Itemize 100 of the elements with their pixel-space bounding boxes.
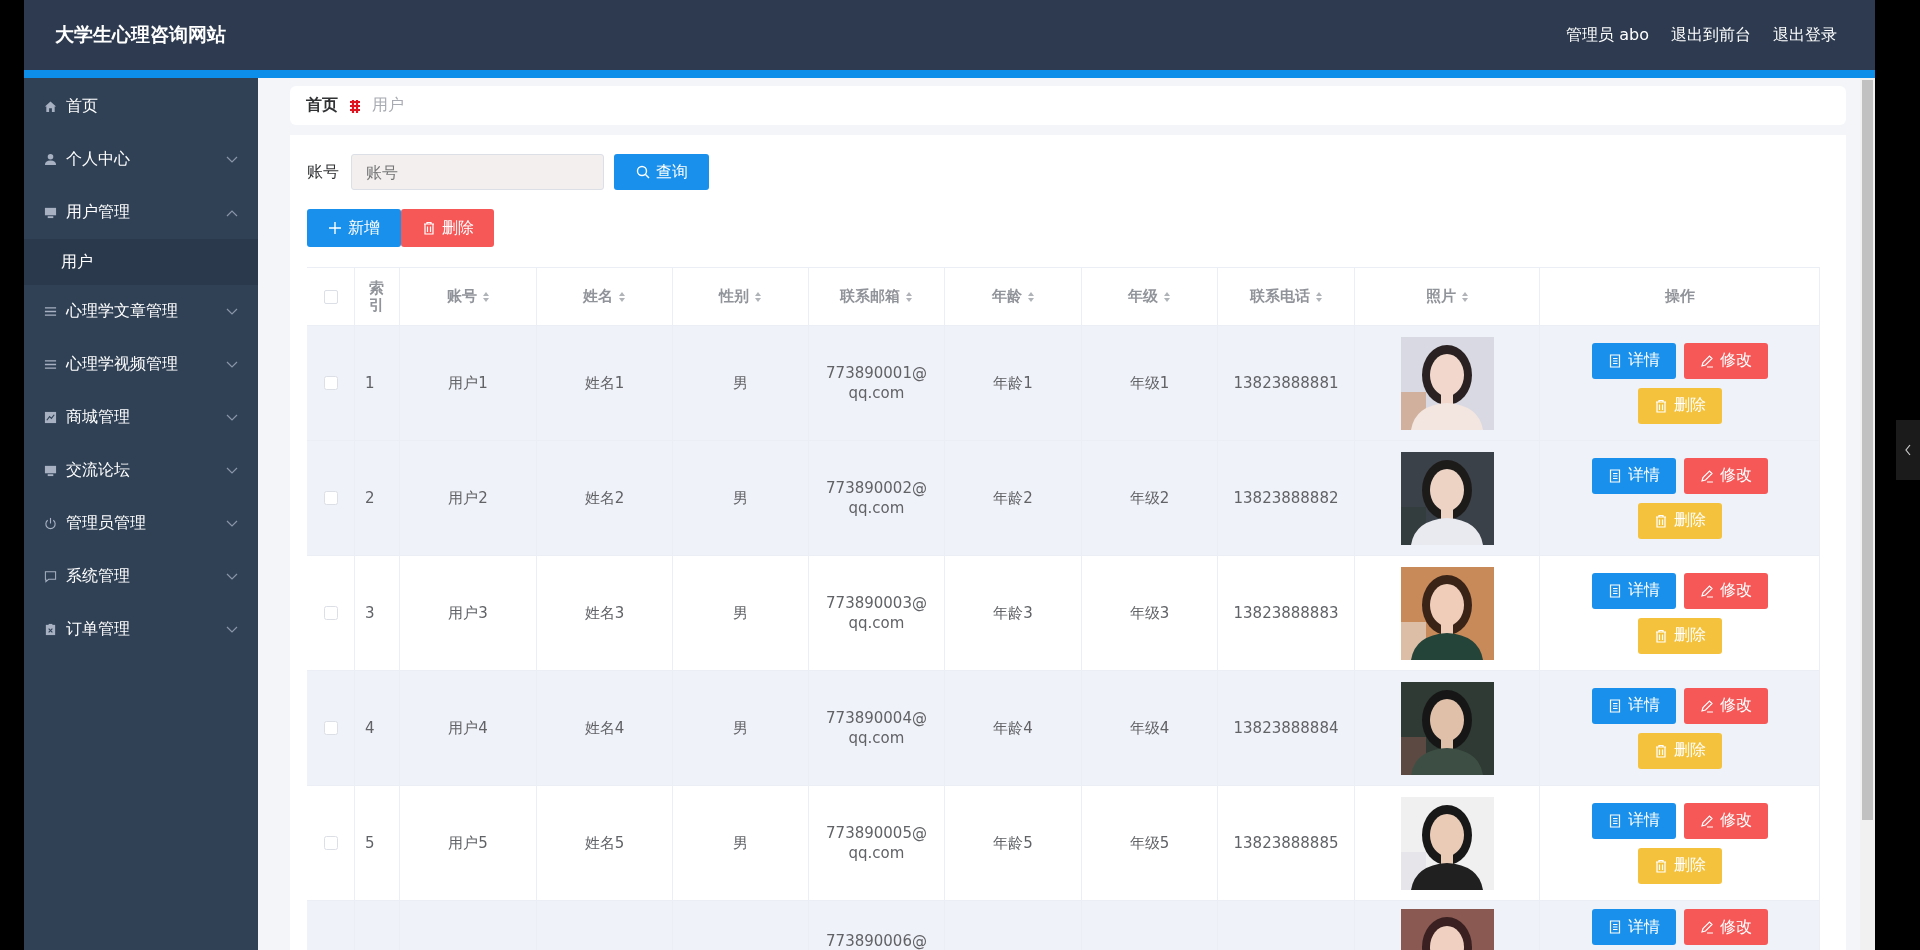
list-icon bbox=[44, 358, 57, 371]
trash-icon bbox=[421, 221, 436, 235]
table-cell: 年级2 bbox=[1129, 488, 1170, 508]
sidebar-item[interactable]: 商城管理 bbox=[24, 391, 258, 444]
trash-icon bbox=[1653, 628, 1668, 643]
table-cell: 男 bbox=[733, 373, 748, 393]
table-cell: 男 bbox=[733, 718, 748, 738]
edit-button[interactable]: 修改 bbox=[1683, 687, 1768, 724]
table-cell: 男 bbox=[733, 488, 748, 508]
table-cell: 13823888882 bbox=[1233, 489, 1339, 507]
sidebar-item[interactable]: 个人中心 bbox=[24, 133, 258, 186]
checkbox[interactable] bbox=[323, 289, 338, 304]
sidebar-item[interactable]: 用户管理 bbox=[24, 186, 258, 239]
checkbox[interactable] bbox=[323, 491, 338, 505]
search-button[interactable]: 查询 bbox=[614, 154, 709, 190]
edit-button[interactable]: 修改 bbox=[1683, 909, 1768, 945]
table-row[interactable]: 4 用户4 姓名4 男 773890004@qq.com 年龄4 年级4 13823888884 详情 修改 删除 bbox=[307, 671, 1820, 786]
detail-button[interactable]: 详情 bbox=[1591, 909, 1676, 945]
sidebar-item[interactable]: 心理学视频管理 bbox=[24, 338, 258, 391]
table-cell: 男 bbox=[733, 603, 748, 623]
field-label: 账号 bbox=[307, 161, 339, 183]
table-cell: 5 bbox=[365, 834, 375, 852]
chat-icon bbox=[44, 570, 57, 583]
table-cell: 1 bbox=[365, 374, 375, 392]
table-cell-text: 773890005@qq.com bbox=[825, 823, 928, 863]
breadcrumb-item[interactable]: 用户 bbox=[372, 95, 404, 116]
table-cell-text: 773890006@ bbox=[825, 931, 928, 950]
trash-icon bbox=[1653, 398, 1668, 413]
table-row[interactable]: 2 用户2 姓名2 男 773890002@qq.com 年龄2 年级2 13823888882 详情 修改 删除 bbox=[307, 441, 1820, 556]
account-field[interactable]: 账号 bbox=[351, 154, 604, 190]
table-row[interactable]: 5 用户5 姓名5 男 773890005@qq.com 年龄5 年级5 13823888885 详情 修改 删除 bbox=[307, 786, 1820, 901]
table-cell-text: 773890002@qq.com bbox=[825, 478, 928, 518]
table-cell-text: 773890001@qq.com bbox=[825, 363, 928, 403]
add-button[interactable]: 新增 bbox=[307, 209, 401, 247]
table-cell: 年级4 bbox=[1129, 718, 1170, 738]
document-icon bbox=[1607, 813, 1622, 828]
table-cell: 用户5 bbox=[448, 833, 488, 853]
table-cell: 年龄3 bbox=[993, 603, 1033, 623]
header-link[interactable]: 退出登录 bbox=[1773, 24, 1837, 46]
checkbox[interactable] bbox=[323, 836, 338, 850]
checkbox[interactable] bbox=[323, 721, 338, 735]
table-cell: 姓名4 bbox=[584, 718, 625, 738]
edit-button[interactable]: 修改 bbox=[1683, 342, 1768, 379]
sidebar-item[interactable]: 管理员管理 bbox=[24, 497, 258, 550]
pencil-icon bbox=[1699, 813, 1714, 828]
header-link[interactable]: 退出到前台 bbox=[1671, 24, 1751, 46]
delete-button[interactable]: 删除 bbox=[401, 209, 494, 247]
pencil-icon bbox=[1699, 468, 1714, 483]
checkbox[interactable] bbox=[323, 606, 338, 620]
table-cell: 年龄5 bbox=[993, 833, 1033, 853]
user-icon bbox=[44, 153, 57, 166]
table-row[interactable]: 773890006@ 详情 修改 bbox=[307, 901, 1820, 950]
edit-button[interactable]: 修改 bbox=[1683, 457, 1768, 494]
collapse-handle[interactable] bbox=[1896, 420, 1920, 480]
pencil-icon bbox=[1699, 583, 1714, 598]
table-cell: 姓名3 bbox=[584, 603, 625, 623]
table-cell-text: 773890003@qq.com bbox=[825, 593, 928, 633]
detail-button[interactable]: 详情 bbox=[1591, 572, 1676, 609]
sidebar-item[interactable]: 首页 bbox=[24, 80, 258, 133]
monitor-icon bbox=[44, 464, 57, 477]
edit-button[interactable]: 修改 bbox=[1683, 572, 1768, 609]
clip-icon bbox=[44, 623, 57, 636]
table-cell: 姓名2 bbox=[584, 488, 625, 508]
detail-button[interactable]: 详情 bbox=[1591, 457, 1676, 494]
search-icon bbox=[635, 165, 650, 179]
edit-button[interactable]: 修改 bbox=[1683, 802, 1768, 839]
sidebar-item[interactable]: 系统管理 bbox=[24, 550, 258, 603]
checkbox[interactable] bbox=[323, 376, 338, 390]
pencil-icon bbox=[1699, 920, 1714, 934]
detail-button[interactable]: 详情 bbox=[1591, 342, 1676, 379]
trash-icon bbox=[1653, 858, 1668, 873]
table-row[interactable]: 1 用户1 姓名1 男 773890001@qq.com 年龄1 年级1 13823888881 详情 修改 删除 bbox=[307, 326, 1820, 441]
separator-icon bbox=[347, 97, 363, 114]
sidebar-subitem[interactable]: 用户 bbox=[24, 239, 258, 285]
document-icon bbox=[1607, 468, 1622, 483]
table-cell: 年级3 bbox=[1129, 603, 1170, 623]
table-cell-text: 773890004@qq.com bbox=[825, 708, 928, 748]
table-cell: 年龄1 bbox=[993, 373, 1033, 393]
table-cell: 2 bbox=[365, 489, 375, 507]
table-cell: 用户2 bbox=[448, 488, 488, 508]
power-icon bbox=[44, 517, 57, 530]
sidebar-item[interactable]: 订单管理 bbox=[24, 603, 258, 656]
trash-icon bbox=[1653, 513, 1668, 528]
document-icon bbox=[1607, 920, 1622, 934]
document-icon bbox=[1607, 698, 1622, 713]
table-cell: 4 bbox=[365, 719, 375, 737]
table-cell: 年级5 bbox=[1129, 833, 1170, 853]
detail-button[interactable]: 详情 bbox=[1591, 802, 1676, 839]
site-title: 大学生心理咨询网站 bbox=[55, 22, 226, 47]
table-cell: 年龄4 bbox=[993, 718, 1033, 738]
breadcrumb-item[interactable]: 首页 bbox=[306, 95, 338, 116]
table-cell: 13823888884 bbox=[1233, 719, 1339, 737]
chart-icon bbox=[44, 411, 57, 424]
table-cell: 年龄2 bbox=[993, 488, 1033, 508]
table-row[interactable]: 3 用户3 姓名3 男 773890003@qq.com 年龄3 年级3 13823888883 详情 修改 删除 bbox=[307, 556, 1820, 671]
monitor-icon bbox=[44, 206, 57, 219]
detail-button[interactable]: 详情 bbox=[1591, 687, 1676, 724]
sidebar-item[interactable]: 交流论坛 bbox=[24, 444, 258, 497]
scrollbar[interactable] bbox=[1860, 78, 1875, 950]
sidebar-item[interactable]: 心理学文章管理 bbox=[24, 285, 258, 338]
